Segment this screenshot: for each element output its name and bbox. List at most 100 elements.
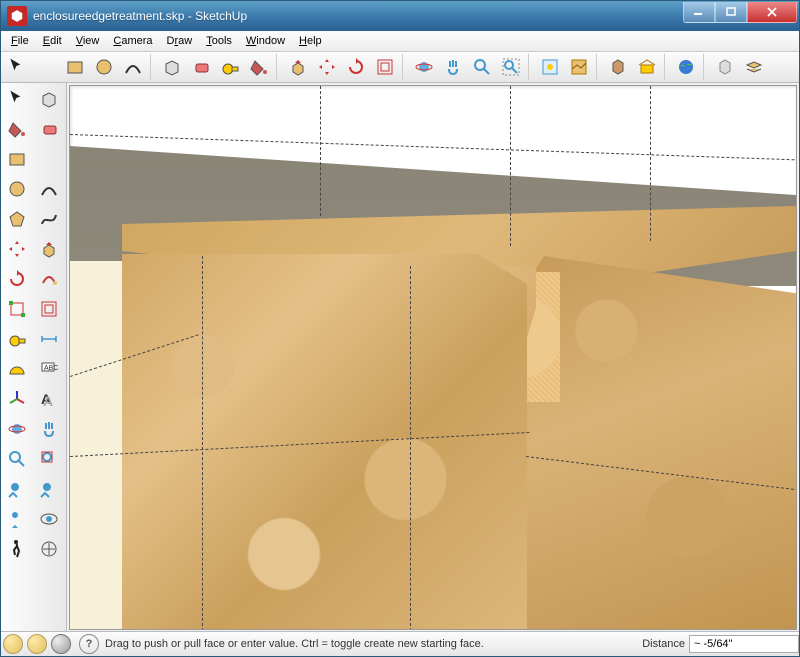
scale-tool[interactable] [3,295,31,323]
rotate-tool[interactable] [342,53,370,81]
toggle-terrain[interactable] [565,53,593,81]
svg-text:A: A [43,393,53,409]
toolbar-top: stroke="#c33" stroke-width="3" [1,52,799,83]
guide-line [410,266,411,630]
line-tool[interactable]: stroke="#c33" stroke-width="3" [35,145,63,173]
minimize-button[interactable] [683,2,715,23]
move-tool[interactable] [313,53,341,81]
make-component[interactable] [158,53,186,81]
eraser-tool[interactable] [187,53,215,81]
menu-tools[interactable]: Tools [200,33,238,49]
tape-measure-tool[interactable] [216,53,244,81]
line-tool[interactable]: stroke="#c33" stroke-width="3" [32,53,60,81]
menu-camera[interactable]: Camera [107,33,158,49]
svg-text:ABC: ABC [44,365,58,372]
viewport-3d[interactable] [69,85,797,630]
previous-view-tool[interactable] [3,475,31,503]
push-pull-tool[interactable] [284,53,312,81]
protractor-tool[interactable] [3,355,31,383]
app-window: enclosureedgetreatment.skp - SketchUp Fi… [0,0,800,657]
offset-tool[interactable] [35,295,63,323]
rectangle-tool[interactable] [61,53,89,81]
add-location[interactable] [536,53,564,81]
select-tool[interactable] [3,53,31,81]
extension-warehouse[interactable] [711,53,739,81]
toolbar-left: stroke="#c33" stroke-width="3" ABC AA [1,83,67,632]
rotate-tool[interactable] [3,265,31,293]
guide-line [320,86,321,216]
section-plane-tool[interactable] [35,535,63,563]
push-pull-tool[interactable] [35,235,63,263]
pan-tool[interactable] [35,415,63,443]
separator [664,54,669,80]
paint-bucket-tool[interactable] [3,115,31,143]
3d-warehouse[interactable] [633,53,661,81]
model-left-face [70,261,124,629]
arc-tool[interactable] [35,175,63,203]
zoom-tool[interactable] [468,53,496,81]
menu-edit[interactable]: Edit [37,33,68,49]
close-button[interactable] [747,2,797,23]
window-controls [683,2,797,22]
titlebar[interactable]: enclosureedgetreatment.skp - SketchUp [1,1,799,31]
model-front-face [122,254,527,629]
arc-tool[interactable] [119,53,147,81]
rectangle-tool[interactable] [3,145,31,173]
axes-tool[interactable] [3,385,31,413]
guide-line [650,86,651,241]
tape-measure-tool[interactable] [3,325,31,353]
guide-line [202,256,203,630]
circle-tool[interactable] [3,175,31,203]
position-camera-tool[interactable] [3,505,31,533]
sketchup-logo-icon [7,6,27,26]
look-around-tool[interactable] [35,505,63,533]
separator [150,54,155,80]
model-right-face [525,256,796,629]
pan-tool[interactable] [439,53,467,81]
menu-file[interactable]: File [5,33,35,49]
maximize-button[interactable] [715,2,747,23]
measurement-label: Distance [638,638,689,650]
walk-tool[interactable] [3,535,31,563]
dimension-tool[interactable] [35,325,63,353]
separator [276,54,281,80]
3d-text-tool[interactable]: AA [35,385,63,413]
orbit-tool[interactable] [3,415,31,443]
claim-credit-icon[interactable] [51,634,71,654]
status-hint: Drag to push or pull face or enter value… [101,638,638,650]
workspace: stroke="#c33" stroke-width="3" ABC AA [1,83,799,632]
help-icon[interactable]: ? [79,634,99,654]
credits-icon[interactable] [27,634,47,654]
move-tool[interactable] [3,235,31,263]
make-component[interactable] [35,85,63,113]
freehand-tool[interactable] [35,205,63,233]
select-tool[interactable] [3,85,31,113]
separator [402,54,407,80]
menubar: File Edit View Camera Draw Tools Window … [1,31,799,52]
zoom-window-tool[interactable] [35,445,63,473]
statusbar: ? Drag to push or pull face or enter val… [1,631,799,656]
paint-bucket-tool[interactable] [245,53,273,81]
polygon-tool[interactable] [3,205,31,233]
guide-line [510,86,511,246]
zoom-extents-tool[interactable] [497,53,525,81]
circle-tool[interactable] [90,53,118,81]
orbit-tool[interactable] [410,53,438,81]
preview-google-earth[interactable] [672,53,700,81]
window-title: enclosureedgetreatment.skp - SketchUp [33,9,683,23]
separator [528,54,533,80]
follow-me-tool[interactable] [35,265,63,293]
menu-view[interactable]: View [70,33,106,49]
eraser-tool[interactable] [35,115,63,143]
menu-draw[interactable]: Draw [161,33,199,49]
measurement-input[interactable] [689,635,799,653]
zoom-tool[interactable] [3,445,31,473]
next-view-tool[interactable] [35,475,63,503]
layers-button[interactable] [740,53,768,81]
geo-location-icon[interactable] [3,634,23,654]
text-tool[interactable]: ABC [35,355,63,383]
offset-tool[interactable] [371,53,399,81]
photo-textures[interactable] [604,53,632,81]
menu-window[interactable]: Window [240,33,291,49]
menu-help[interactable]: Help [293,33,328,49]
